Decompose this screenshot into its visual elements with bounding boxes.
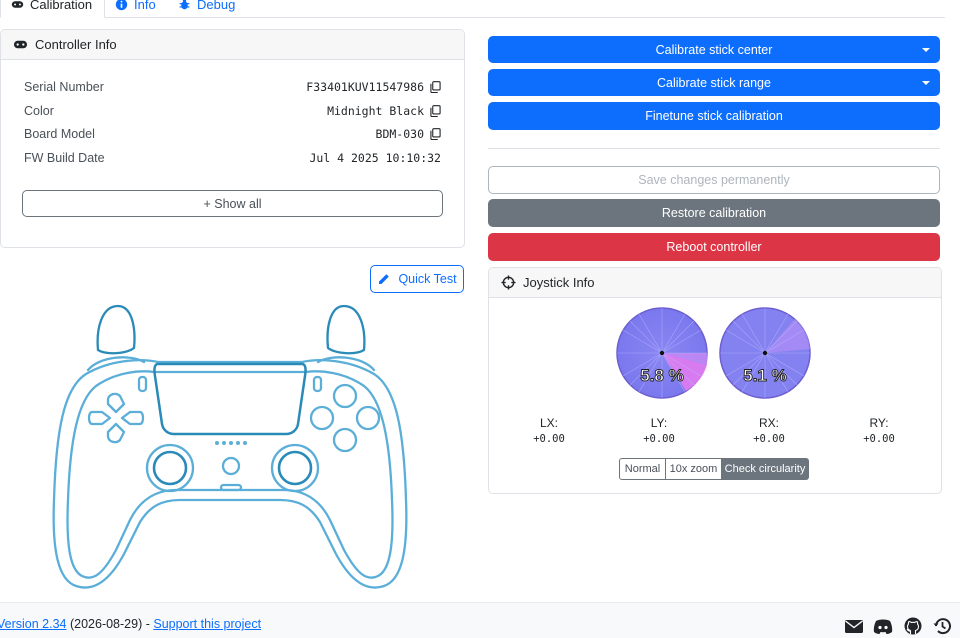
axis-label-ry: RY: [869, 416, 889, 430]
controller-info-header: Controller Info [1, 30, 464, 60]
axis-label-rx: RX: [758, 416, 779, 430]
touchpad [153, 362, 307, 436]
footer-date: (2026-08-29) - [66, 617, 154, 631]
crosshair-icon [501, 275, 516, 290]
mode-normal[interactable]: Normal [619, 458, 666, 480]
tab-debug[interactable]: Debug [178, 0, 235, 17]
history-icon[interactable] [932, 617, 952, 635]
info-row-fw-date: FW Build Date Jul 4 2025 10:10:32 [24, 148, 441, 168]
joystick-info-header: Joystick Info [489, 268, 941, 298]
footer: Version 2.34 (2026-08-29) - Support this… [0, 602, 960, 638]
cross-button [332, 427, 358, 453]
mode-check-circularity[interactable]: Check circularity [722, 458, 809, 480]
version-link[interactable]: Version 2.34 [0, 617, 67, 631]
info-row-board: Board Model BDM-030 [24, 124, 441, 144]
info-row-serial: Serial Number F33401KUV11547986 [24, 77, 441, 97]
show-all-button[interactable]: + Show all [22, 190, 443, 217]
square-button [309, 405, 335, 431]
support-link[interactable]: Support this project [153, 617, 261, 631]
tab-label: Info [134, 0, 156, 12]
mode-10x-zoom[interactable]: 10x zoom [666, 458, 722, 480]
dpad-left [87, 410, 112, 426]
serial-value: F33401KUV11547986 [306, 80, 424, 94]
mute-button [219, 483, 243, 492]
calibrate-range-label: Calibrate stick range [657, 75, 771, 90]
info-label: Board Model [24, 127, 95, 141]
calibrate-range-button[interactable]: Calibrate stick range [488, 69, 940, 96]
info-label: FW Build Date [24, 151, 105, 165]
options-button [312, 375, 323, 393]
circle-button [355, 405, 381, 431]
discord-icon[interactable] [873, 617, 893, 635]
color-value: Midnight Black [327, 104, 424, 118]
finetune-button[interactable]: Finetune stick calibration [488, 102, 940, 130]
left-stick [152, 450, 188, 486]
copy-icon[interactable] [430, 81, 441, 93]
save-permanently-button[interactable]: Save changes permanently [488, 166, 940, 194]
quick-test-button[interactable]: Quick Test [370, 265, 464, 293]
fw-date-value: Jul 4 2025 10:10:32 [309, 151, 441, 165]
info-value: Jul 4 2025 10:10:32 [309, 151, 441, 165]
info-icon [115, 0, 128, 11]
left-circularity-value: 5.8 % [640, 366, 683, 385]
info-value: F33401KUV11547986 [306, 80, 441, 94]
ps-button [221, 456, 241, 476]
info-value: BDM-030 [376, 127, 441, 141]
board-value: BDM-030 [375, 127, 424, 141]
tab-label: Debug [197, 0, 236, 12]
speaker-dots [215, 441, 247, 445]
restore-calibration-button[interactable]: Restore calibration [488, 199, 940, 227]
copy-icon[interactable] [430, 105, 441, 117]
right-stick [277, 450, 313, 486]
dropdown-caret-icon [922, 80, 930, 85]
right-circularity-value: 5.1 % [743, 366, 786, 385]
bug-icon [179, 0, 190, 10]
axis-label-lx: LX: [539, 416, 558, 430]
quick-test-label: Quick Test [398, 272, 457, 286]
gamepad-icon [13, 40, 28, 49]
axis-value-ly: +0.00 [643, 433, 675, 445]
card-title: Joystick Info [523, 275, 595, 290]
left-stick-plot: 5.8 % [616, 307, 708, 399]
controller-info-card: Controller Info Serial Number F33401KUV1… [0, 29, 465, 248]
right-stick-plot: 5.1 % [719, 307, 811, 399]
footer-text: Version 2.34 (2026-08-29) - Support this… [0, 617, 261, 631]
reboot-controller-button[interactable]: Reboot controller [488, 233, 940, 261]
tab-calibration[interactable]: Calibration [0, 0, 106, 18]
card-title: Controller Info [35, 37, 117, 52]
calibrate-center-button[interactable]: Calibrate stick center [488, 36, 940, 63]
github-icon[interactable] [903, 617, 923, 635]
triangle-button [332, 383, 358, 409]
pencil-icon [379, 273, 390, 284]
axis-value-ry: +0.00 [863, 433, 895, 445]
dropdown-caret-icon [922, 47, 930, 52]
share-button [137, 375, 148, 393]
info-label: Serial Number [24, 80, 104, 94]
dpad-up [106, 392, 126, 414]
axis-value-lx: +0.00 [533, 433, 565, 445]
info-row-color: Color Midnight Black [24, 101, 441, 121]
dpad-right [120, 410, 145, 426]
divider [488, 148, 940, 149]
gamepad-icon [11, 1, 24, 8]
display-mode-group: Normal 10x zoom Check circularity [619, 458, 809, 480]
tab-info[interactable]: Info [115, 0, 156, 17]
dpad-down [106, 422, 126, 444]
info-value: Midnight Black [327, 104, 441, 118]
l2-trigger [96, 304, 136, 355]
r2-trigger [326, 304, 366, 355]
envelope-icon[interactable] [844, 617, 864, 635]
copy-icon[interactable] [430, 128, 441, 140]
tab-label: Calibration [30, 0, 93, 12]
axis-label-ly: LY: [650, 416, 668, 430]
calibrate-center-label: Calibrate stick center [655, 42, 773, 57]
controller-diagram [52, 304, 408, 589]
tab-bar: Calibration Info Debug [0, 0, 945, 18]
info-label: Color [24, 104, 54, 118]
axis-value-rx: +0.00 [753, 433, 785, 445]
